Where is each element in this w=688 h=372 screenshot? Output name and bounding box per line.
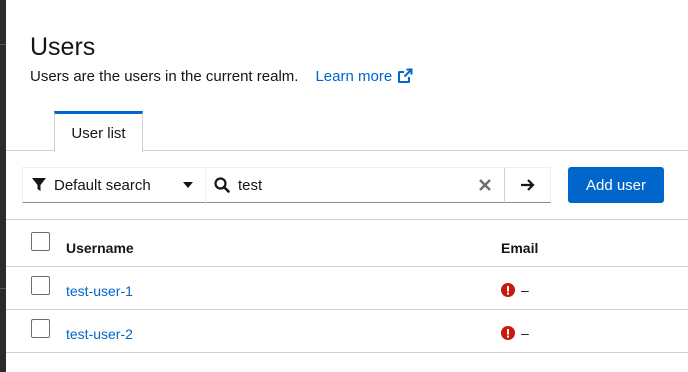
search-submit-button[interactable] <box>504 167 551 203</box>
search-icon <box>214 177 230 193</box>
table-row: test-user-2 – <box>6 310 688 353</box>
caret-down-icon <box>183 182 193 188</box>
column-header-username: Username <box>66 240 134 256</box>
table-toolbar: Default search Add user <box>6 152 688 220</box>
search-input[interactable] <box>238 176 458 194</box>
add-user-button[interactable]: Add user <box>568 167 664 203</box>
search-type-dropdown[interactable]: Default search <box>22 167 206 203</box>
page-header: Users Users are the users in the current… <box>6 0 688 152</box>
row-checkbox[interactable] <box>31 319 50 338</box>
table-row: test-user-1 – <box>6 267 688 310</box>
table-header-row: Username Email <box>6 220 688 267</box>
filter-icon <box>32 178 46 191</box>
arrow-right-icon <box>520 179 535 191</box>
users-page: Users Users are the users in the current… <box>6 0 688 372</box>
error-icon <box>501 326 515 340</box>
email-cell: – <box>501 282 529 298</box>
email-cell: – <box>501 325 529 341</box>
row-checkbox[interactable] <box>31 276 50 295</box>
learn-more-link[interactable]: Learn more <box>315 68 413 85</box>
email-value: – <box>521 282 529 298</box>
page-description: Users are the users in the current realm… <box>30 66 413 86</box>
clear-search-icon[interactable] <box>479 179 491 191</box>
email-value: – <box>521 325 529 341</box>
error-icon <box>501 283 515 297</box>
tab-label: User list <box>71 124 126 142</box>
page-title: Users <box>30 33 96 61</box>
external-link-icon <box>398 68 413 83</box>
username-link[interactable]: test-user-2 <box>66 326 133 342</box>
tab-user-list[interactable]: User list <box>54 111 143 152</box>
select-all-checkbox[interactable] <box>31 232 50 251</box>
column-header-email: Email <box>501 240 539 256</box>
search-type-label: Default search <box>54 176 151 194</box>
page-subtitle: Users are the users in the current realm… <box>30 67 299 85</box>
search-field <box>205 167 505 203</box>
username-link[interactable]: test-user-1 <box>66 283 133 299</box>
learn-more-label: Learn more <box>315 67 393 85</box>
